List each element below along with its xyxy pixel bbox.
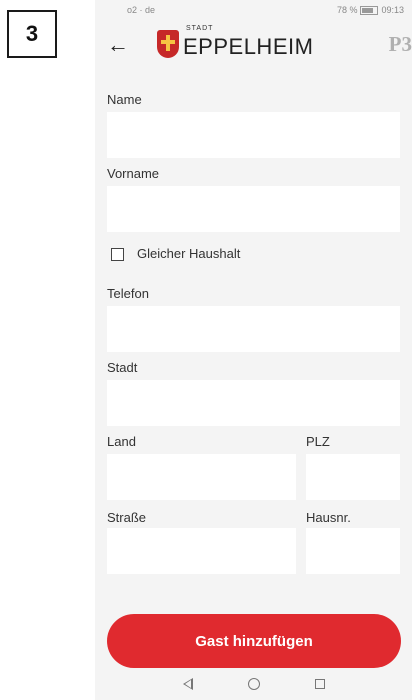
battery-percent: 78 % [336, 5, 358, 15]
land-field[interactable] [107, 454, 296, 500]
telefon-field[interactable] [107, 306, 400, 352]
name-field[interactable] [107, 112, 400, 158]
eppelheim-logo: STADT EPPELHEIM [157, 25, 314, 60]
hausnr-field[interactable] [306, 528, 400, 574]
same-household-label[interactable]: Gleicher Haushalt [137, 246, 240, 261]
logo-title: EPPELHEIM [183, 34, 314, 59]
logo-subtitle: STADT [186, 25, 214, 32]
plz-field[interactable] [306, 454, 400, 500]
city-crest-icon [157, 30, 179, 58]
app-bar: ← STADT EPPELHEIM P3 [95, 20, 412, 72]
vorname-field[interactable] [107, 186, 400, 232]
back-arrow-icon[interactable]: ← [105, 32, 131, 58]
step-number-badge: 3 [7, 10, 57, 58]
carrier-text: o2 · de [127, 5, 156, 15]
plz-label: PLZ [306, 434, 330, 449]
add-guest-button[interactable]: Gast hinzufügen [107, 614, 401, 668]
nav-home-icon[interactable] [247, 678, 260, 690]
nav-back-icon[interactable] [182, 678, 193, 690]
same-household-checkbox[interactable] [111, 248, 124, 261]
status-bar: o2 · de 78 % 09:13 [95, 0, 412, 20]
brand-mark: P3 [388, 32, 412, 56]
battery-icon [360, 5, 379, 15]
vorname-label: Vorname [107, 166, 160, 181]
strasse-field[interactable] [107, 528, 296, 574]
land-label: Land [107, 434, 136, 449]
name-label: Name [107, 92, 142, 107]
stadt-field[interactable] [107, 380, 400, 426]
strasse-label: Straße [107, 510, 147, 525]
system-nav-bar [95, 668, 412, 700]
clock: 09:13 [381, 5, 404, 15]
nav-recents-icon[interactable] [314, 679, 325, 689]
phone-screen: o2 · de 78 % 09:13 ← STADT EPPELHEIM P3 … [95, 0, 412, 700]
status-right: 78 % 09:13 [337, 5, 404, 15]
telefon-label: Telefon [107, 286, 149, 301]
stadt-label: Stadt [107, 360, 138, 375]
hausnr-label: Hausnr. [306, 510, 351, 525]
